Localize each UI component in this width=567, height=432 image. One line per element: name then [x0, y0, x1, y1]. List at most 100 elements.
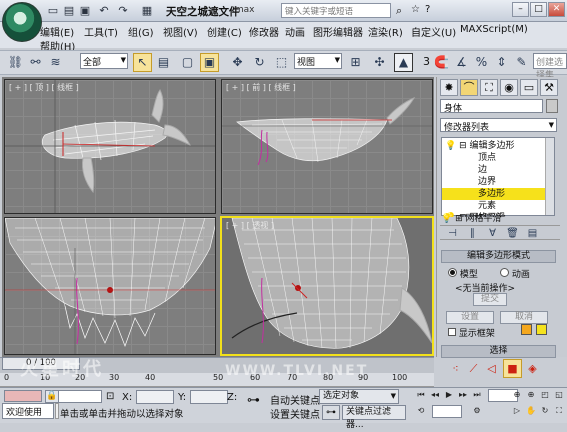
- window-crossing-icon[interactable]: ▣: [200, 53, 219, 72]
- menu-edit[interactable]: 编辑(E): [40, 24, 74, 39]
- bind-space-warp-icon[interactable]: ≋: [46, 53, 65, 72]
- spinner-snap-icon[interactable]: ⇕: [492, 53, 511, 72]
- binoculars-icon[interactable]: ⌕: [396, 4, 402, 18]
- viewport-front[interactable]: [ + ] [ 前 ] [ 线框 ]: [221, 79, 433, 214]
- stack-item-meshsmooth-visible[interactable]: 💡 ⊞ 网格平滑: [441, 211, 502, 224]
- motion-tab-icon[interactable]: ◉: [500, 79, 518, 96]
- viewport-top[interactable]: [ + ] [ 顶 ] [ 线框 ]: [4, 79, 216, 214]
- edit-named-selection-icon[interactable]: ✎: [512, 53, 531, 72]
- maxscript-listener-mini[interactable]: [4, 390, 42, 402]
- key-icon[interactable]: ⊶: [247, 393, 260, 408]
- pivot-center-icon[interactable]: ⊞: [346, 53, 365, 72]
- edit-poly-mode-rollout-header[interactable]: 编辑多边形模式: [441, 250, 556, 263]
- scale-icon[interactable]: ⬚: [272, 53, 291, 72]
- modifier-stack[interactable]: 💡 ⊟ 编辑多边形 顶点 边 边界 多边形 元素 💡 ⊞ 网格平滑: [441, 137, 555, 217]
- new-file-icon[interactable]: ▭: [46, 4, 60, 17]
- commit-button[interactable]: 提交: [473, 293, 507, 306]
- select-manipulate-icon[interactable]: ✣: [370, 53, 389, 72]
- welcome-scroll[interactable]: [55, 403, 59, 419]
- project-folder-icon[interactable]: ▦: [140, 4, 154, 17]
- zoom-all-icon[interactable]: ⊕: [524, 389, 538, 402]
- mode-animate-radio[interactable]: 动画: [500, 267, 530, 280]
- object-name-field[interactable]: 身体: [440, 99, 543, 114]
- viewport-left[interactable]: [4, 217, 216, 355]
- mode-model-radio[interactable]: 模型: [448, 267, 478, 280]
- named-selection-dropdown[interactable]: 创建选择集: [533, 53, 567, 81]
- angle-snap-icon[interactable]: ∡: [452, 53, 471, 72]
- next-frame-icon[interactable]: ▸▸: [456, 389, 470, 402]
- reference-coordinate-dropdown[interactable]: 视图 ▼: [294, 53, 342, 69]
- edge-selection-icon[interactable]: ⟋: [464, 359, 483, 378]
- remove-modifier-icon[interactable]: 🗑: [503, 224, 522, 243]
- lightbulb-icon[interactable]: 💡: [441, 214, 452, 224]
- selection-rollout-header[interactable]: 选择: [441, 345, 556, 358]
- previous-frame-icon[interactable]: ◂◂: [428, 389, 442, 402]
- show-end-result-icon[interactable]: ∥: [463, 224, 482, 243]
- welcome-panel[interactable]: 欢迎使用: [2, 403, 54, 419]
- vertex-selection-icon[interactable]: ⁖: [446, 359, 465, 378]
- help-icon[interactable]: ?: [425, 4, 430, 15]
- maximize-viewport-icon[interactable]: ⛶: [552, 405, 566, 418]
- set-key-icon[interactable]: ⊶: [322, 405, 340, 420]
- redo-icon[interactable]: ↷: [116, 4, 130, 17]
- x-coord-field[interactable]: [136, 390, 174, 404]
- open-file-icon[interactable]: ▤: [62, 4, 76, 17]
- menu-create[interactable]: 创建(C): [207, 24, 242, 39]
- lightbulb-icon[interactable]: 💡: [445, 141, 456, 151]
- move-icon[interactable]: ✥: [228, 53, 247, 72]
- frame-input-field[interactable]: [432, 405, 462, 418]
- link-icon[interactable]: ⛓: [6, 53, 25, 72]
- cage-color-swatch[interactable]: [521, 324, 532, 335]
- subobject-vertex[interactable]: 顶点: [442, 152, 545, 164]
- app-logo-icon[interactable]: [2, 2, 42, 42]
- set-key-label[interactable]: 设置关键点: [270, 406, 320, 421]
- make-unique-icon[interactable]: ∀: [483, 224, 502, 243]
- viewport-perspective[interactable]: [ + ] [ 透视 ]: [220, 216, 434, 356]
- object-color-swatch[interactable]: [546, 99, 558, 113]
- time-configuration-icon[interactable]: ⚙: [470, 405, 484, 418]
- orbit-icon[interactable]: ↻: [538, 405, 552, 418]
- percent-snap-icon[interactable]: %: [472, 53, 491, 72]
- element-selection-icon[interactable]: ◈: [523, 359, 542, 378]
- selection-lock-icon[interactable]: 🔒: [45, 390, 59, 403]
- menu-group[interactable]: 组(G): [128, 24, 154, 39]
- save-file-icon[interactable]: ▣: [78, 4, 92, 17]
- snaps-toggle-icon[interactable]: 🧲: [432, 53, 451, 72]
- keyboard-shortcut-override-icon[interactable]: ▲: [394, 53, 413, 72]
- menu-graph-editors[interactable]: 图形编辑器: [313, 24, 363, 39]
- minimize-icon[interactable]: –: [512, 2, 529, 17]
- menu-modifiers[interactable]: 修改器: [249, 24, 279, 39]
- play-icon[interactable]: ▶: [442, 389, 456, 402]
- menu-maxscript[interactable]: MAXScript(M): [460, 24, 528, 35]
- key-mode-dropdown[interactable]: 选定对象 ▼: [319, 389, 399, 404]
- menu-tools[interactable]: 工具(T): [84, 24, 118, 39]
- key-mode-toggle-icon[interactable]: ⟲: [414, 405, 428, 418]
- menu-customize[interactable]: 自定义(U): [411, 24, 456, 39]
- rotate-icon[interactable]: ↻: [250, 53, 269, 72]
- field-of-view-icon[interactable]: ▷: [510, 405, 524, 418]
- cancel-button[interactable]: 取消: [500, 311, 548, 324]
- goto-end-icon[interactable]: ⏭: [470, 389, 484, 402]
- auto-key-label[interactable]: 自动关键点: [270, 392, 320, 407]
- configure-sets-icon[interactable]: ▤: [523, 224, 542, 243]
- menu-views[interactable]: 视图(V): [163, 24, 198, 39]
- hierarchy-tab-icon[interactable]: ⛶: [480, 79, 498, 96]
- zoom-extents-icon[interactable]: ◰: [538, 389, 552, 402]
- key-filters-button[interactable]: 关键点过滤器...: [342, 405, 406, 430]
- zoom-icon[interactable]: ⊕: [510, 389, 524, 402]
- goto-start-icon[interactable]: ⏮: [414, 389, 428, 402]
- pin-stack-icon[interactable]: ⊣: [443, 224, 462, 243]
- modifier-list-dropdown[interactable]: 修改器列表 ▼: [440, 118, 557, 133]
- unlink-icon[interactable]: ⚯: [26, 53, 45, 72]
- close-icon[interactable]: ✕: [548, 2, 565, 17]
- y-coord-field[interactable]: [190, 390, 228, 404]
- stack-item-edit-poly[interactable]: 💡 ⊟ 编辑多边形: [442, 140, 545, 152]
- star-icon[interactable]: ☆: [411, 4, 420, 15]
- utilities-tab-icon[interactable]: ⚒: [540, 79, 558, 96]
- create-tab-icon[interactable]: ✸: [440, 79, 458, 96]
- modify-tab-icon[interactable]: ⌒: [460, 79, 478, 96]
- polygon-selection-icon[interactable]: ■: [503, 359, 522, 378]
- pan-icon[interactable]: ✋: [524, 405, 538, 418]
- maximize-icon[interactable]: □: [530, 2, 547, 17]
- select-object-icon[interactable]: ↖: [133, 53, 152, 72]
